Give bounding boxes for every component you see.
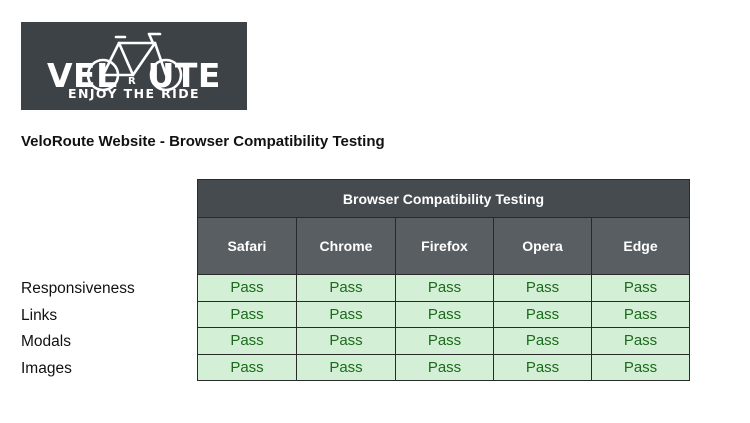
table-cell: Pass (296, 353, 396, 381)
column-header-opera: Opera (493, 217, 592, 275)
column-header-edge: Edge (591, 217, 690, 275)
row-label: Modals (21, 333, 71, 350)
veloroute-logo: VEL UTE R ENJOY THE RIDE (21, 22, 247, 110)
table-cell: Pass (296, 327, 396, 355)
table-cell: Pass (296, 274, 396, 302)
row-labels: Responsiveness Links Modals Images (21, 276, 135, 382)
column-header-chrome: Chrome (296, 217, 396, 275)
table-cell: Pass (395, 353, 494, 381)
table-row: Pass Pass Pass Pass Pass (197, 353, 690, 381)
column-header-safari: Safari (197, 217, 297, 275)
table-cell: Pass (395, 327, 494, 355)
table-cell: Pass (493, 274, 592, 302)
table-cell: Pass (591, 327, 690, 355)
table-cell: Pass (493, 327, 592, 355)
table-row: Pass Pass Pass Pass Pass (197, 274, 690, 302)
table-cell: Pass (395, 274, 494, 302)
table-cell: Pass (197, 300, 297, 328)
table-group-header-row: Browser Compatibility Testing (197, 179, 690, 218)
table-cell: Pass (197, 353, 297, 381)
table-header-row: Safari Chrome Firefox Opera Edge (197, 217, 690, 275)
logo-tagline: ENJOY THE RIDE (68, 86, 200, 101)
table-cell: Pass (591, 274, 690, 302)
table-cell: Pass (591, 353, 690, 381)
table-cell: Pass (591, 300, 690, 328)
table-cell: Pass (395, 300, 494, 328)
table-cell: Pass (197, 274, 297, 302)
row-label: Responsiveness (21, 280, 135, 297)
document-title: VeloRoute Website - Browser Compatibilit… (21, 133, 385, 150)
table-row: Pass Pass Pass Pass Pass (197, 300, 690, 328)
compatibility-table: Browser Compatibility Testing Safari Chr… (197, 179, 690, 381)
table-cell: Pass (493, 300, 592, 328)
row-label: Images (21, 359, 72, 377)
table-cell: Pass (296, 300, 396, 328)
table-cell: Pass (493, 353, 592, 381)
table-row: Pass Pass Pass Pass Pass (197, 327, 690, 355)
column-header-firefox: Firefox (395, 217, 494, 275)
row-label: Links (21, 306, 58, 324)
table-cell: Pass (197, 327, 297, 355)
table-group-header: Browser Compatibility Testing (197, 179, 690, 218)
